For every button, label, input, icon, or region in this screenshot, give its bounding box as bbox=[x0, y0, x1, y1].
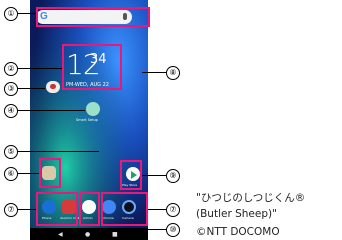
callout-9: ⑨ bbox=[166, 169, 180, 183]
callout-4: ④ bbox=[4, 104, 18, 118]
leader-9 bbox=[142, 175, 166, 176]
leader-2 bbox=[17, 68, 62, 69]
callout-10: ⑩ bbox=[166, 223, 180, 237]
callout-8: ⑧ bbox=[166, 66, 180, 80]
highlight-clock bbox=[62, 44, 122, 90]
callout-5: ⑤ bbox=[4, 145, 18, 159]
butler-sheep-icon[interactable] bbox=[46, 81, 60, 93]
leader-8 bbox=[142, 72, 166, 73]
leader-5 bbox=[17, 151, 99, 152]
highlight-search bbox=[36, 7, 150, 27]
callout-7b: ⑦ bbox=[166, 203, 180, 217]
caption-line-1: "ひつじのしつじくん® bbox=[196, 192, 306, 204]
home-button[interactable]: ● bbox=[85, 231, 90, 238]
callout-2: ② bbox=[4, 62, 18, 76]
highlight-play-store bbox=[120, 160, 142, 190]
highlight-dock-left bbox=[36, 192, 78, 226]
callout-1: ① bbox=[4, 7, 18, 21]
leader-1 bbox=[17, 13, 36, 14]
smart-setup-icon[interactable] bbox=[86, 102, 100, 116]
leader-3 bbox=[17, 88, 45, 89]
leader-6 bbox=[17, 173, 39, 174]
highlight-app-drawer bbox=[79, 192, 100, 226]
leader-4 bbox=[17, 110, 85, 111]
caption-line-2: (Butler Sheep)" bbox=[196, 208, 277, 220]
back-button[interactable]: ◀ bbox=[58, 231, 63, 238]
callout-7: ⑦ bbox=[4, 203, 18, 217]
highlight-folder bbox=[39, 158, 61, 188]
highlight-dock-right bbox=[101, 192, 148, 226]
leader-7 bbox=[17, 209, 36, 210]
leader-7b bbox=[148, 209, 166, 210]
leader-10 bbox=[100, 229, 166, 230]
callout-3: ③ bbox=[4, 82, 18, 96]
recents-button[interactable]: ■ bbox=[112, 231, 118, 238]
smart-setup-label: Smart Setup bbox=[76, 118, 98, 122]
callout-6: ⑥ bbox=[4, 167, 18, 181]
caption-line-3: ©NTT DOCOMO bbox=[196, 226, 280, 238]
